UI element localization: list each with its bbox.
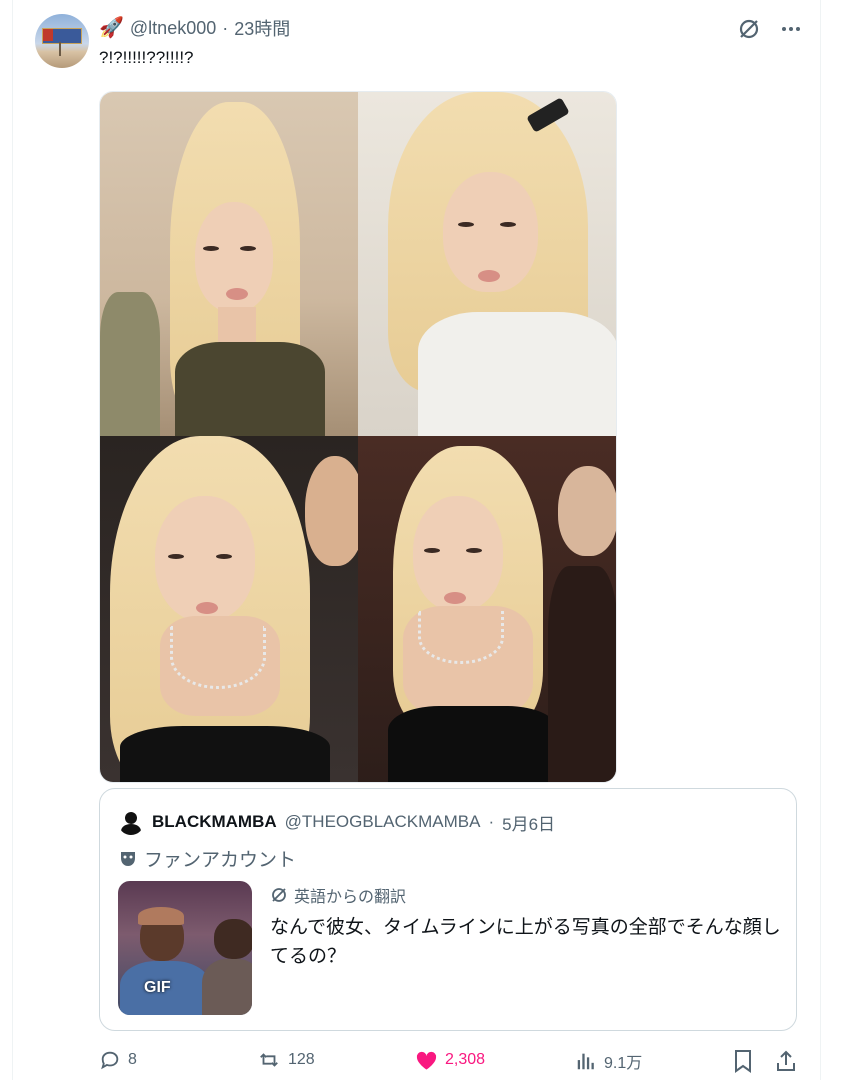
more-icon	[782, 27, 800, 31]
quote-date[interactable]: 5月6日	[502, 810, 555, 835]
reply-icon	[101, 1051, 119, 1070]
share-button[interactable]	[775, 1049, 797, 1073]
quote-avatar[interactable]	[118, 809, 144, 835]
timeline-border-right	[820, 0, 821, 1080]
photo-1[interactable]	[100, 92, 358, 436]
views-icon	[577, 1053, 594, 1070]
quote-header: BLACKMAMBA @THEOGBLACKMAMBA · 5月6日	[118, 809, 555, 835]
quote-handle[interactable]: @THEOGBLACKMAMBA	[285, 812, 481, 832]
slashed-circle-icon	[739, 19, 759, 39]
tweet-text: ?!?!!!!!??!!!!?	[99, 48, 194, 67]
like-count: 2,308	[445, 1051, 486, 1068]
views-button[interactable]: 9.1万	[575, 1049, 642, 1073]
retweet-icon	[260, 1053, 278, 1067]
rocket-emoji: 🚀	[99, 17, 124, 39]
photo-3[interactable]	[100, 436, 358, 782]
user-handle[interactable]: @ltnek000	[130, 18, 216, 39]
tweet-tools	[736, 16, 804, 42]
more-button[interactable]	[778, 16, 804, 42]
bookmark-icon	[735, 1050, 751, 1073]
grok-button[interactable]	[736, 16, 762, 42]
quote-text: なんで彼女、タイムラインに上がる写真の全部でそんな顔してるの？	[270, 917, 781, 967]
fan-account-text: ファンアカウント	[144, 850, 297, 871]
reply-count: 8	[128, 1051, 137, 1068]
tweet-header: 🚀 @ltnek000 · 23時間	[99, 16, 290, 40]
media-grid[interactable]	[99, 91, 617, 783]
retweet-count: 128	[288, 1051, 315, 1068]
quoted-tweet[interactable]: BLACKMAMBA @THEOGBLACKMAMBA · 5月6日 ファンアカ…	[99, 788, 797, 1031]
retweet-button[interactable]: 128	[257, 1049, 315, 1071]
photo-2[interactable]	[358, 92, 616, 436]
gif-thumbnail[interactable]	[118, 881, 252, 1015]
share-icon	[777, 1050, 795, 1071]
avatar[interactable]	[35, 14, 89, 68]
reply-button[interactable]: 8	[99, 1049, 137, 1071]
fan-account-label: ファンアカウント	[118, 845, 296, 872]
mask-icon	[121, 851, 135, 866]
heart-icon	[416, 1051, 437, 1070]
translation-text: 英語からの翻訳	[294, 889, 407, 906]
separator: ·	[222, 17, 229, 38]
like-button[interactable]: 2,308	[415, 1049, 485, 1071]
action-bar: 8 128 2,308 9.1万	[99, 1049, 811, 1077]
slashed-circle-icon	[272, 888, 286, 902]
timeline-border-left	[12, 0, 13, 1080]
translation-label[interactable]: 英語からの翻訳	[270, 883, 406, 907]
views-count: 9.1万	[604, 1055, 643, 1072]
timestamp[interactable]: 23時間	[234, 15, 290, 41]
quote-name[interactable]: BLACKMAMBA	[152, 812, 277, 832]
photo-4[interactable]	[358, 436, 616, 782]
bookmark-button[interactable]	[733, 1049, 753, 1073]
gif-badge: GIF	[144, 979, 171, 996]
quote-separator: ·	[488, 812, 495, 831]
